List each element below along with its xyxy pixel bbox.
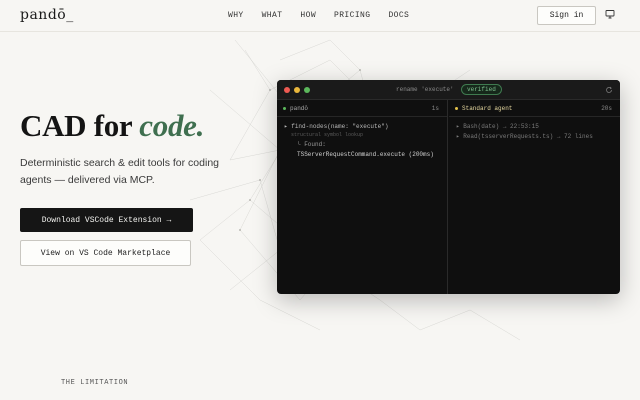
section-label: THE LIMITATION xyxy=(61,379,129,387)
code-line: └ Found: xyxy=(297,141,326,148)
pane-time: 20s xyxy=(601,105,612,112)
nav-link-docs[interactable]: DOCS xyxy=(388,11,409,20)
pane-name: pandō xyxy=(290,105,309,112)
verified-badge: verified xyxy=(461,84,502,95)
nav-link-pricing[interactable]: PRICING xyxy=(334,11,370,20)
nav-link-what[interactable]: WHAT xyxy=(262,11,283,20)
nav-links: WHY WHAT HOW PRICING DOCS xyxy=(228,11,427,20)
terminal-title: rename 'execute' xyxy=(396,86,454,93)
status-dot-icon xyxy=(283,107,286,110)
pane-name: Standard agent xyxy=(462,105,513,112)
code-line: structural symbol lookup xyxy=(291,132,364,138)
marketplace-button[interactable]: View on VS Code Marketplace xyxy=(20,240,191,266)
terminal-titlebar: rename 'execute' verified xyxy=(277,80,620,100)
pane-header: Standard agent 20s xyxy=(449,100,620,117)
monitor-icon[interactable] xyxy=(605,9,615,19)
minimize-dot-icon[interactable] xyxy=(294,87,300,93)
maximize-dot-icon[interactable] xyxy=(304,87,310,93)
headline-plain: CAD for xyxy=(20,108,140,143)
pane-header: pandō 1s xyxy=(277,100,447,117)
code-line: TSServerRequestCommand.execute (200ms) xyxy=(297,151,434,158)
top-navbar: pandō_ WHY WHAT HOW PRICING DOCS Sign in xyxy=(0,0,640,32)
hero-subtext: Deterministic search & edit tools for co… xyxy=(20,157,220,186)
terminal-window: rename 'execute' verified pandō 1s ▸ fin… xyxy=(277,80,620,294)
close-dot-icon[interactable] xyxy=(284,87,290,93)
standard-agent-pane: Standard agent 20s ▸ Bash(date) → 22:53:… xyxy=(449,100,620,294)
nav-link-why[interactable]: WHY xyxy=(228,11,244,20)
nav-link-how[interactable]: HOW xyxy=(300,11,316,20)
headline-accent: code. xyxy=(139,108,205,143)
status-dot-icon xyxy=(455,107,458,110)
sign-in-button[interactable]: Sign in xyxy=(537,6,596,25)
download-extension-button[interactable]: Download VSCode Extension → xyxy=(20,208,193,232)
pane-time: 1s xyxy=(431,105,439,112)
code-line: ▸ Read(tsserverRequests.ts) → 72 lines xyxy=(456,133,593,140)
refresh-icon[interactable] xyxy=(605,86,613,94)
code-line: ▸ find-nodes(name: "execute") xyxy=(284,123,389,130)
code-line: ▸ Bash(date) → 22:53:15 xyxy=(456,123,539,130)
pando-pane: pandō 1s ▸ find-nodes(name: "execute") s… xyxy=(277,100,448,294)
brand-logo[interactable]: pandō_ xyxy=(20,7,74,23)
hero-headline: CAD for code. xyxy=(20,108,204,144)
